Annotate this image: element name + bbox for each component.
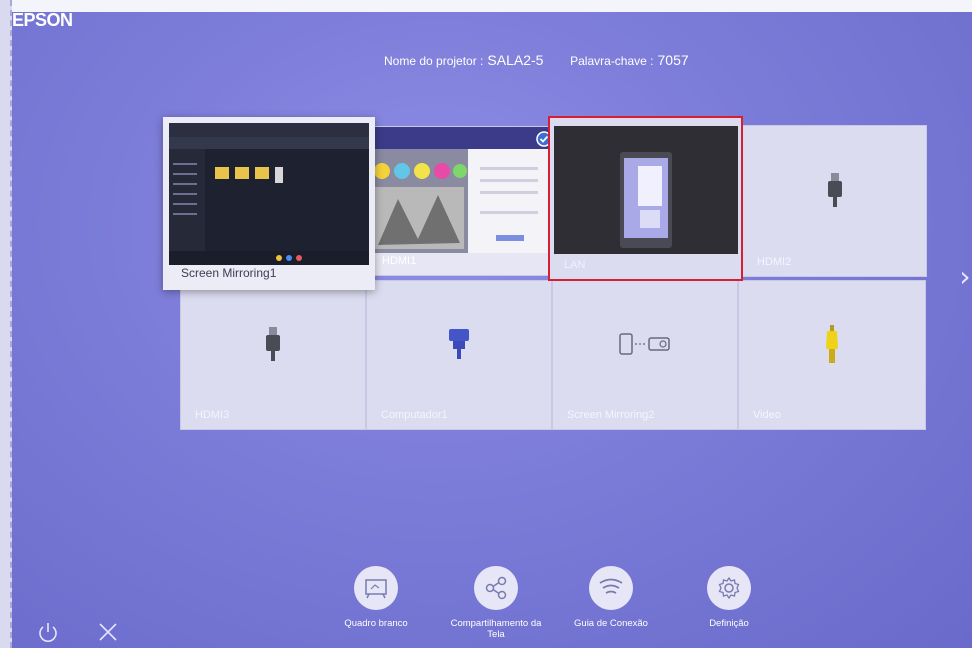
connection-guide-button[interactable]: Guia de Conexão (556, 566, 666, 629)
file-explorer-preview-image (169, 123, 369, 265)
keyword-value: 7057 (657, 52, 689, 68)
screen-share-label: Compartilhamento da Tela (450, 618, 542, 640)
left-edge-border (0, 0, 12, 648)
source-tile-hdmi1[interactable]: HDMI1 (367, 126, 552, 276)
source-label: Video (753, 409, 781, 421)
connection-guide-label: Guia de Conexão (574, 618, 648, 629)
source-tile-hdmi2[interactable]: HDMI2 (742, 125, 927, 277)
lan-preview (554, 126, 738, 254)
source-tile-lan[interactable]: LAN (548, 116, 743, 281)
source-label: HDMI1 (382, 255, 417, 267)
source-label: Screen Mirroring2 (567, 409, 655, 421)
rca-plug-icon (825, 325, 839, 367)
hdmi1-title-bar (368, 127, 548, 149)
settings-label: Definição (709, 618, 749, 629)
settings-button[interactable]: Definição (674, 566, 784, 629)
power-icon[interactable] (36, 620, 60, 644)
whiteboard-button[interactable]: Quadro branco (321, 566, 431, 629)
projector-name: SALA2-5 (487, 52, 544, 68)
hdmi1-preview-image (368, 149, 550, 253)
source-label: HDMI3 (195, 409, 230, 421)
close-icon[interactable] (96, 620, 120, 644)
screen-mirroring-icon (619, 333, 671, 359)
projector-info: Nome do projetor : SALA2-5 Palavra-chave … (384, 52, 744, 68)
source-tile-screen-mirroring2[interactable]: Screen Mirroring2 (552, 280, 738, 430)
hdmi-plug-icon (827, 173, 842, 211)
source-label: LAN (564, 259, 586, 271)
source-tile-video[interactable]: Video (738, 280, 926, 430)
next-page-arrow[interactable]: › (958, 258, 972, 294)
vga-plug-icon (449, 329, 469, 363)
whiteboard-label: Quadro branco (344, 618, 408, 629)
screen-share-button[interactable]: Compartilhamento da Tela (441, 566, 551, 640)
gear-icon (707, 566, 751, 610)
whiteboard-icon (354, 566, 398, 610)
share-icon (474, 566, 518, 610)
wifi-icon (589, 566, 633, 610)
source-tile-hdmi3[interactable]: HDMI3 (180, 280, 366, 430)
source-tile-computador1[interactable]: Computador1 (366, 280, 552, 430)
epson-logo: EPSON (12, 10, 73, 30)
top-bar (0, 0, 972, 12)
projector-name-label: Nome do projetor : (384, 54, 484, 68)
source-label: Screen Mirroring1 (181, 266, 277, 280)
source-label: HDMI2 (757, 256, 792, 268)
keyword-label: Palavra-chave : (570, 54, 654, 68)
screen-mirroring1-preview (169, 123, 369, 265)
hdmi-plug-icon (266, 327, 280, 365)
source-label: Computador1 (381, 409, 448, 421)
source-tile-screen-mirroring1[interactable]: Screen Mirroring1 (163, 117, 375, 290)
phone-screen-preview-image (620, 152, 672, 248)
